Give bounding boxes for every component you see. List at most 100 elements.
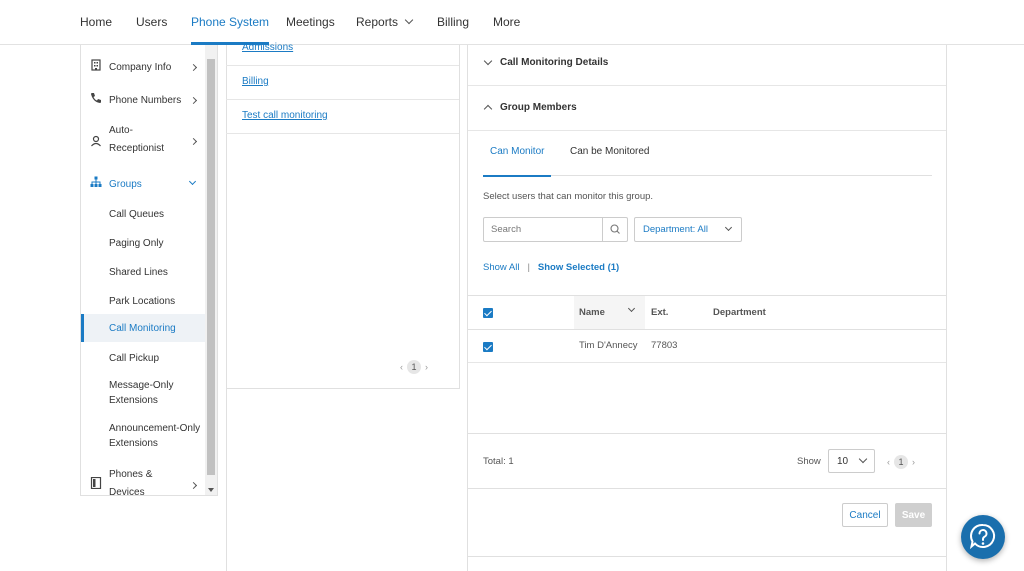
prev-page-icon[interactable]: ‹ <box>887 457 890 467</box>
column-header-ext: Ext. <box>651 307 669 318</box>
sidebar-item-label: Receptionist <box>109 143 165 154</box>
phone-icon <box>91 93 101 103</box>
sidebar-item-label: Company Info <box>109 62 172 73</box>
sidebar-item-company-info[interactable]: Company Info <box>81 57 205 77</box>
list-item[interactable]: Billing <box>226 66 459 100</box>
row-checkbox[interactable] <box>483 342 493 352</box>
tab-can-be-monitored[interactable]: Can be Monitored <box>570 132 650 176</box>
chevron-right-icon <box>189 481 198 490</box>
list-item[interactable]: Test call monitoring <box>226 100 459 134</box>
help-chat-icon <box>969 523 996 550</box>
scroll-down-arrow-icon[interactable] <box>208 488 214 492</box>
cell-name: Tim D'Annecy <box>579 340 638 351</box>
sidebar-item-label: Message-Only <box>109 380 174 391</box>
search-field <box>483 217 628 242</box>
sidebar-item-label: Phone Numbers <box>109 95 182 106</box>
search-input[interactable] <box>484 218 603 241</box>
sidebar-item-announcement-only[interactable]: Announcement-Only Extensions <box>81 421 205 453</box>
page-number[interactable]: 1 <box>407 360 421 374</box>
sidebar-item-label: Devices <box>109 487 145 496</box>
show-filter-links: Show All | Show Selected (1) <box>483 262 619 273</box>
receptionist-icon <box>91 135 101 147</box>
page-size-select[interactable]: 10 <box>828 449 875 473</box>
nav-more[interactable]: More <box>493 0 520 45</box>
sidebar-item-call-pickup[interactable]: Call Pickup <box>81 348 205 368</box>
sidebar-item-label: Phones & <box>109 469 153 480</box>
next-page-icon[interactable]: › <box>425 362 428 372</box>
sidebar-item-label: Groups <box>109 179 142 190</box>
sidebar-item-label: Park Locations <box>109 296 176 307</box>
page-number[interactable]: 1 <box>894 455 908 469</box>
sidebar-item-call-monitoring[interactable]: Call Monitoring <box>81 314 205 342</box>
chevron-down-icon <box>483 56 493 66</box>
sidebar-item-label: Extensions <box>109 438 158 449</box>
section-title: Group Members <box>500 102 577 113</box>
sidebar-item-phone-numbers[interactable]: Phone Numbers <box>81 90 205 110</box>
list-item-link[interactable]: Admissions <box>242 42 293 53</box>
chevron-right-icon <box>189 63 198 72</box>
cell-ext: 77803 <box>651 340 678 351</box>
sidebar-item-label: Call Pickup <box>109 353 160 364</box>
list-item[interactable]: Admissions <box>226 32 459 66</box>
section-title: Call Monitoring Details <box>500 57 609 68</box>
search-button[interactable] <box>602 218 627 241</box>
sidebar-item-shared-lines[interactable]: Shared Lines <box>81 262 205 282</box>
column-header-name[interactable]: Name <box>579 307 605 318</box>
sidebar-item-label: Shared Lines <box>109 267 168 278</box>
chevron-right-icon <box>189 96 198 105</box>
sidebar-item-call-queues[interactable]: Call Queues <box>81 204 205 224</box>
table-pagination: ‹ 1 › <box>887 455 915 469</box>
sidebar-item-label: Call Queues <box>109 209 165 220</box>
sidebar-item-groups[interactable]: Groups <box>81 174 205 194</box>
table-header: Name Ext. Department <box>468 295 946 330</box>
chevron-down-icon <box>188 177 197 186</box>
nav-reports-label: Reports <box>356 15 399 29</box>
group-members-header[interactable]: Group Members <box>468 86 946 131</box>
department-filter-select[interactable]: Department: All <box>634 217 742 242</box>
sidebar-scrollbar[interactable] <box>205 45 217 495</box>
details-panel: Call Monitoring Details Group Members Ca… <box>467 45 947 571</box>
help-button[interactable] <box>961 515 1005 559</box>
list-pagination: ‹ 1 › <box>400 360 428 374</box>
separator: | <box>527 262 530 273</box>
list-item-link[interactable]: Billing <box>242 76 269 87</box>
sidebar-item-label: Call Monitoring <box>109 323 176 334</box>
prev-page-icon[interactable]: ‹ <box>400 362 403 372</box>
total-count: Total: 1 <box>483 456 514 467</box>
tab-can-monitor[interactable]: Can Monitor <box>483 132 552 177</box>
sidebar-item-phones-devices[interactable]: Phones & Devices <box>81 467 205 496</box>
sidebar-item-paging-only[interactable]: Paging Only <box>81 233 205 253</box>
sidebar-item-label: Announcement-Only <box>109 423 201 434</box>
department-filter-value: Department: All <box>643 224 708 235</box>
show-selected-link[interactable]: Show Selected (1) <box>538 262 619 273</box>
call-monitoring-details-header[interactable]: Call Monitoring Details <box>468 45 946 86</box>
hint-text: Select users that can monitor this group… <box>483 191 654 202</box>
chevron-down-icon <box>724 223 733 232</box>
sidebar-item-label: Auto- <box>109 125 133 136</box>
top-nav: Home Users Phone System Meetings Reports… <box>0 0 1024 45</box>
page-size-label: Show <box>797 456 821 467</box>
table-footer: Total: 1 Show 10 ‹ 1 › <box>468 433 946 489</box>
member-tabs: Can Monitor Can be Monitored <box>483 132 932 177</box>
org-chart-icon <box>90 176 102 187</box>
chevron-right-icon <box>189 137 198 146</box>
select-all-checkbox[interactable] <box>483 308 493 318</box>
sidebar: Company Info Phone Numbers Auto- Recepti… <box>80 45 218 496</box>
sidebar-item-auto-receptionist[interactable]: Auto- Receptionist <box>81 123 205 159</box>
sidebar-item-message-only[interactable]: Message-Only Extensions <box>81 378 205 410</box>
nav-users[interactable]: Users <box>136 0 167 45</box>
next-page-icon[interactable]: › <box>912 457 915 467</box>
search-icon <box>610 224 620 234</box>
scroll-thumb[interactable] <box>207 59 215 475</box>
nav-home[interactable]: Home <box>80 0 112 45</box>
call-monitoring-list: Admissions Billing Test call monitoring … <box>226 42 460 389</box>
sidebar-item-park-locations[interactable]: Park Locations <box>81 291 205 311</box>
list-item-link[interactable]: Test call monitoring <box>242 110 328 121</box>
sidebar-item-label: Paging Only <box>109 238 164 249</box>
save-button[interactable]: Save <box>895 503 932 527</box>
show-all-link[interactable]: Show All <box>483 262 519 273</box>
table-row[interactable]: Tim D'Annecy 77803 <box>468 330 946 363</box>
page-size-value: 10 <box>837 456 849 467</box>
cancel-button[interactable]: Cancel <box>842 503 888 527</box>
desk-phone-icon <box>90 477 102 489</box>
